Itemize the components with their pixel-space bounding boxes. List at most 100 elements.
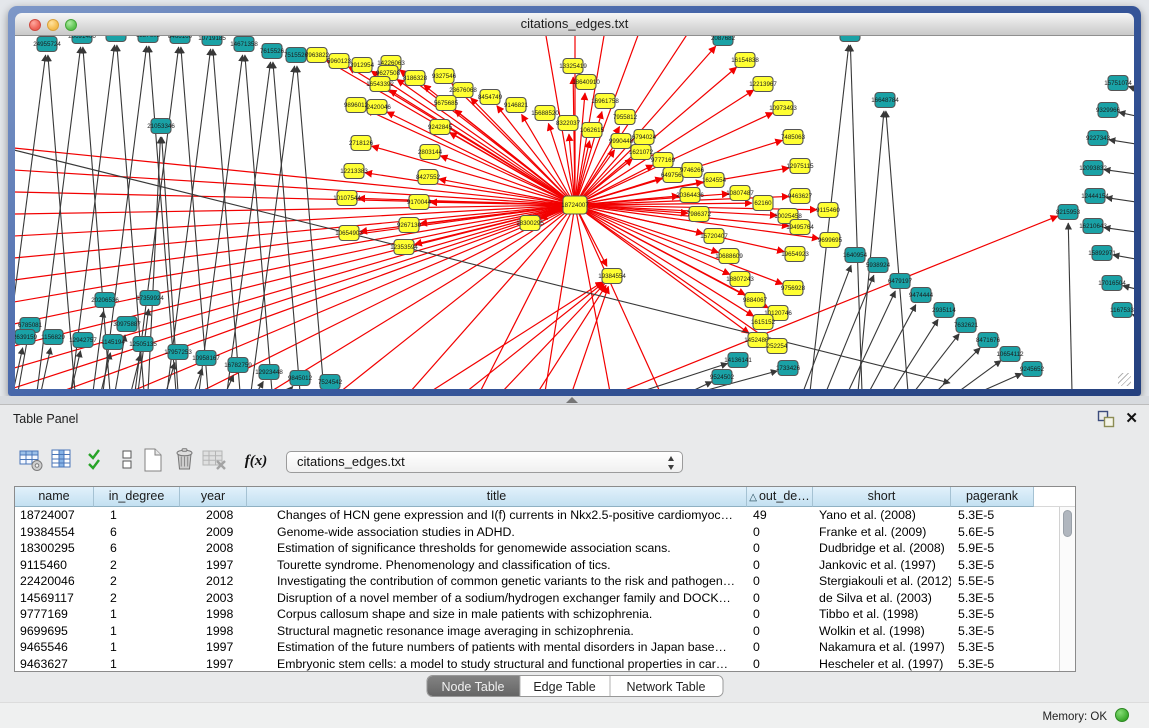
float-panel-icon[interactable] [1097, 410, 1115, 428]
table-cell[interactable]: 14569117 [15, 590, 94, 607]
table-column-icon[interactable] [48, 445, 78, 477]
table-cell[interactable]: Tourette syndrome. Phenomenology and cla… [247, 557, 747, 574]
table-cell[interactable]: 5.5E-5 [951, 573, 1034, 590]
table-row[interactable]: 969969511998Structural magnetic resonanc… [15, 623, 1059, 640]
table-cell[interactable]: Corpus callosum shape and size in male p… [247, 606, 747, 623]
table-cell[interactable]: 0 [747, 557, 813, 574]
table-cell[interactable]: 2008 [180, 540, 247, 557]
table-cell[interactable]: 0 [747, 606, 813, 623]
table-cell[interactable]: Embryonic stem cells: a model to study s… [247, 656, 747, 672]
network-window-titlebar[interactable]: citations_edges.txt [15, 13, 1134, 36]
column-header-pagerank[interactable]: pagerank [951, 487, 1034, 507]
table-cell[interactable]: Genome-wide association studies in ADHD. [247, 524, 747, 541]
table-cell[interactable]: 9699695 [15, 623, 94, 640]
table-cell[interactable]: Disruption of a novel member of a sodium… [247, 590, 747, 607]
table-row[interactable]: 1938455462009Genome-wide association stu… [15, 524, 1059, 541]
table-cell[interactable]: 2 [94, 590, 180, 607]
table-cell[interactable]: 0 [747, 656, 813, 672]
table-cell[interactable]: 2012 [180, 573, 247, 590]
table-cell[interactable]: 0 [747, 573, 813, 590]
table-cell[interactable]: 1 [94, 606, 180, 623]
table-cell[interactable]: de Silva et al. (2003) [813, 590, 951, 607]
table-cell[interactable]: 1 [94, 639, 180, 656]
table-cell[interactable]: 22420046 [15, 573, 94, 590]
table-cell[interactable]: 1998 [180, 606, 247, 623]
table-row[interactable]: 2242004622012Investigating the contribut… [15, 573, 1059, 590]
table-cell[interactable]: Wolkin et al. (1998) [813, 623, 951, 640]
table-cell[interactable]: Estimation of the future numbers of pati… [247, 639, 747, 656]
table-cell[interactable]: Jankovic et al. (1997) [813, 557, 951, 574]
table-row[interactable]: 946362711997Embryonic stem cells: a mode… [15, 656, 1059, 672]
table-cell[interactable]: 0 [747, 639, 813, 656]
table-cell[interactable]: 5.3E-5 [951, 557, 1034, 574]
table-row[interactable]: 946554611997Estimation of the future num… [15, 639, 1059, 656]
table-cell[interactable]: Hescheler et al. (1997) [813, 656, 951, 672]
table-cell[interactable]: 2003 [180, 590, 247, 607]
column-header-year[interactable]: year [180, 487, 247, 507]
function-icon[interactable]: f(x) [238, 445, 274, 477]
table-row[interactable]: 1456911722003Disruption of a novel membe… [15, 590, 1059, 607]
table-cell[interactable]: 1 [94, 507, 180, 524]
table-cell[interactable]: 9465546 [15, 639, 94, 656]
table-cell[interactable]: 18300295 [15, 540, 94, 557]
table-cell[interactable]: Nakamura et al. (1997) [813, 639, 951, 656]
node-table[interactable]: namein_degreeyeartitle△out_de…shortpager… [14, 486, 1076, 672]
table-selector[interactable]: citations_edges.txt [286, 451, 683, 473]
table-cell[interactable]: 1 [94, 623, 180, 640]
tab-network-table[interactable]: Network Table [609, 676, 722, 697]
table-cell[interactable]: 0 [747, 623, 813, 640]
table-cell[interactable]: 9463627 [15, 656, 94, 672]
table-cell[interactable]: 5.6E-5 [951, 524, 1034, 541]
table-cell[interactable]: Changes of HCN gene expression and I(f) … [247, 507, 747, 524]
close-panel-icon[interactable]: ✕ [1125, 409, 1138, 427]
table-cell[interactable]: 1997 [180, 557, 247, 574]
column-header-short[interactable]: short [813, 487, 951, 507]
network-canvas[interactable]: 1872400718300295193845547963822596012339… [15, 36, 1134, 389]
table-cell[interactable]: Investigating the contribution of common… [247, 573, 747, 590]
table-cell[interactable]: 0 [747, 590, 813, 607]
table-cell[interactable]: 5.3E-5 [951, 623, 1034, 640]
table-cell[interactable]: 9115460 [15, 557, 94, 574]
scrollbar-thumb[interactable] [1063, 510, 1072, 537]
table-cell[interactable]: 18724007 [15, 507, 94, 524]
table-cell[interactable]: 6 [94, 540, 180, 557]
splitter-handle-icon[interactable] [566, 397, 578, 403]
table-cell[interactable]: 2 [94, 557, 180, 574]
table-cell[interactable]: 5.9E-5 [951, 540, 1034, 557]
new-document-icon[interactable] [138, 445, 168, 477]
minimize-button[interactable] [47, 19, 59, 31]
table-cell[interactable]: 1997 [180, 639, 247, 656]
table-cell[interactable]: 5.3E-5 [951, 639, 1034, 656]
table-cell[interactable]: 2009 [180, 524, 247, 541]
column-header-name[interactable]: name [15, 487, 94, 507]
table-cell[interactable]: 0 [747, 524, 813, 541]
table-cell[interactable]: 5.3E-5 [951, 656, 1034, 672]
table-row[interactable]: 911546021997Tourette syndrome. Phenomeno… [15, 557, 1059, 574]
select-checkmarks-icon[interactable] [82, 445, 112, 477]
table-row[interactable]: 1830029562008Estimation of significance … [15, 540, 1059, 557]
table-row[interactable]: 1872400712008Changes of HCN gene express… [15, 507, 1059, 524]
tab-node-table[interactable]: Node Table [427, 676, 519, 697]
column-header-title[interactable]: title [247, 487, 747, 507]
table-cell[interactable]: 6 [94, 524, 180, 541]
vertical-scrollbar[interactable] [1059, 507, 1075, 671]
close-button[interactable] [29, 19, 41, 31]
table-cell[interactable]: 1997 [180, 656, 247, 672]
zoom-button[interactable] [65, 19, 77, 31]
column-header-out-de[interactable]: △out_de… [747, 487, 813, 507]
splitter[interactable] [0, 396, 1149, 404]
delete-icon[interactable] [170, 445, 200, 477]
table-cell[interactable]: 5.3E-5 [951, 590, 1034, 607]
table-cell[interactable]: Franke et al. (2009) [813, 524, 951, 541]
resize-grip-icon[interactable] [1118, 373, 1131, 386]
table-row[interactable]: 977716911998Corpus callosum shape and si… [15, 606, 1059, 623]
table-cell[interactable]: 49 [747, 507, 813, 524]
table-cell[interactable]: 1998 [180, 623, 247, 640]
table-cell[interactable]: 19384554 [15, 524, 94, 541]
network-window[interactable]: citations_edges.txt 18724007183002951938… [8, 6, 1141, 396]
delete-table-icon[interactable] [200, 445, 230, 477]
table-cell[interactable]: 2008 [180, 507, 247, 524]
table-cell[interactable]: Structural magnetic resonance image aver… [247, 623, 747, 640]
table-cell[interactable]: Stergiakouli et al. (2012) [813, 573, 951, 590]
table-cell[interactable]: 9777169 [15, 606, 94, 623]
